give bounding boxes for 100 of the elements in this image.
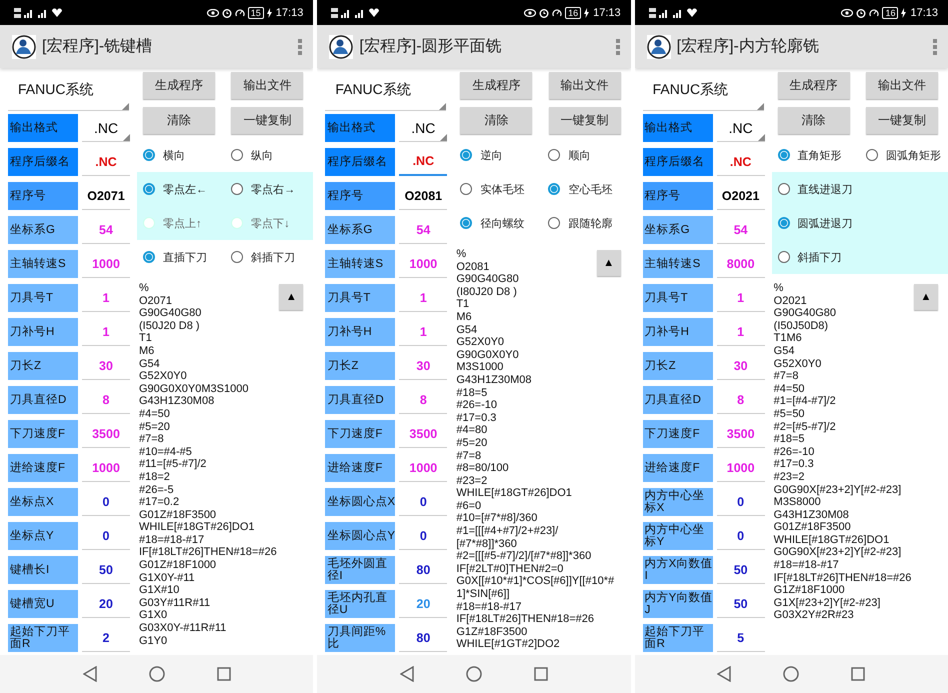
radio-option[interactable]: 零点左← <box>137 172 226 206</box>
radio-option[interactable]: 斜插下刀 <box>225 240 314 274</box>
parameter-input[interactable]: 1 <box>716 284 765 312</box>
parameter-input[interactable]: O2081 <box>399 182 448 210</box>
back-icon[interactable] <box>400 666 414 682</box>
parameter-input[interactable]: 1 <box>716 318 765 346</box>
parameter-label: 坐标圆心点X <box>325 488 396 516</box>
code-line: #4=50 <box>774 382 805 396</box>
parameter-input[interactable]: 30 <box>716 352 765 380</box>
action-button[interactable]: 输出文件 <box>548 72 621 99</box>
code-line: O2021 <box>774 294 807 308</box>
radio-option[interactable]: 逆向 <box>454 138 542 172</box>
overflow-menu-icon[interactable] <box>932 38 938 56</box>
overflow-menu-icon[interactable] <box>297 38 304 56</box>
radio-option[interactable]: 斜插下刀 <box>772 240 948 274</box>
parameter-input[interactable]: 1000 <box>716 454 765 482</box>
recents-icon[interactable] <box>851 667 866 681</box>
parameter-input[interactable]: 1000 <box>399 454 448 482</box>
parameter-input[interactable]: 80 <box>399 556 448 584</box>
code-line: #18=#18-#17 <box>139 534 204 546</box>
radio-option[interactable]: 圆弧进退刀 <box>772 206 948 240</box>
radio-option[interactable]: 实体毛坯 <box>454 172 542 206</box>
scroll-top-button[interactable]: ▲ <box>914 284 938 310</box>
radio-option[interactable]: 径向螺纹 <box>454 206 542 240</box>
parameter-input[interactable]: 1 <box>82 318 130 346</box>
home-icon[interactable] <box>148 666 165 682</box>
back-icon[interactable] <box>717 666 732 682</box>
scroll-top-button[interactable]: ▲ <box>596 250 621 276</box>
action-button[interactable]: 一键复制 <box>548 107 621 134</box>
action-button[interactable]: 输出文件 <box>866 72 938 99</box>
action-button[interactable]: 生成程序 <box>460 72 532 99</box>
recents-icon[interactable] <box>534 667 548 681</box>
parameter-input[interactable]: 3500 <box>82 420 130 448</box>
format-dropdown[interactable]: .NC <box>399 114 448 142</box>
parameter-input[interactable]: 1 <box>399 284 448 312</box>
parameter-input[interactable]: 20 <box>82 590 130 618</box>
parameter-input[interactable]: .NC <box>716 148 765 176</box>
parameter-input[interactable]: O2021 <box>716 182 765 210</box>
action-button[interactable]: 清除 <box>143 107 215 134</box>
home-icon[interactable] <box>466 666 482 682</box>
parameter-input[interactable]: 3500 <box>399 420 448 448</box>
parameter-input[interactable]: 54 <box>716 216 765 244</box>
back-icon[interactable] <box>82 666 97 682</box>
parameter-input[interactable]: 1000 <box>399 250 448 278</box>
parameter-input[interactable]: 1000 <box>82 250 130 278</box>
radio-option[interactable]: 纵向 <box>225 138 314 172</box>
parameter-input[interactable]: 30 <box>82 352 130 380</box>
action-button[interactable]: 一键复制 <box>866 107 938 134</box>
parameter-input[interactable]: 8 <box>716 386 765 414</box>
parameter-input[interactable]: 3500 <box>716 420 765 448</box>
parameter-input[interactable]: 2 <box>82 624 130 652</box>
radio-option[interactable]: 零点右→ <box>225 172 314 206</box>
action-button[interactable]: 清除 <box>778 107 850 134</box>
parameter-input[interactable]: 8000 <box>716 250 765 278</box>
format-dropdown[interactable]: .NC <box>82 114 130 142</box>
parameter-input[interactable]: 8 <box>399 386 448 414</box>
radio-option[interactable]: 顺向 <box>542 138 631 172</box>
home-icon[interactable] <box>783 666 800 682</box>
parameter-input[interactable]: 54 <box>82 216 130 244</box>
parameter-input[interactable]: 0 <box>399 488 448 516</box>
radio-option[interactable]: 跟随轮廓 <box>542 206 631 240</box>
parameter-input[interactable]: 0 <box>716 488 765 516</box>
parameter-input[interactable]: 80 <box>399 624 448 652</box>
code-line: #7=8 <box>774 370 798 383</box>
parameter-input[interactable]: .NC <box>399 148 448 176</box>
parameter-input[interactable]: O2071 <box>82 182 130 210</box>
action-button[interactable]: 输出文件 <box>231 72 304 99</box>
radio-option[interactable]: 直线进退刀 <box>772 172 948 206</box>
parameter-input[interactable]: 50 <box>716 556 765 584</box>
recents-icon[interactable] <box>216 667 231 681</box>
overflow-menu-icon[interactable] <box>614 38 621 56</box>
parameter-input[interactable]: 0 <box>82 522 130 550</box>
parameter-input[interactable]: 8 <box>82 386 130 414</box>
radio-option[interactable]: 圆弧角矩形 <box>860 138 948 172</box>
parameter-input[interactable]: 5 <box>716 624 765 652</box>
parameter-input[interactable]: 0 <box>82 488 130 516</box>
format-dropdown[interactable]: .NC <box>716 114 765 142</box>
parameter-input[interactable]: 54 <box>399 216 448 244</box>
action-button[interactable]: 生成程序 <box>143 72 215 99</box>
action-button[interactable]: 生成程序 <box>778 72 850 99</box>
action-button[interactable]: 清除 <box>460 107 532 134</box>
radio-option[interactable]: 空心毛坯 <box>542 172 631 206</box>
parameter-input[interactable]: 0 <box>399 522 448 550</box>
radio-option[interactable]: 直角矩形 <box>772 138 860 172</box>
parameter-input[interactable]: 50 <box>82 556 130 584</box>
parameter-input[interactable]: 1 <box>399 318 448 346</box>
scroll-top-button[interactable]: ▲ <box>279 284 304 310</box>
radio-option[interactable]: 横向 <box>137 138 226 172</box>
parameter-label: 刀具号T <box>8 284 78 312</box>
parameter-input[interactable]: 1 <box>82 284 130 312</box>
parameter-label: 刀具直径D <box>8 386 78 414</box>
radio-option[interactable]: 直插下刀 <box>137 240 226 274</box>
code-line: G52X0Y0 <box>456 336 504 349</box>
parameter-input[interactable]: 0 <box>716 522 765 550</box>
parameter-input[interactable]: 50 <box>716 590 765 618</box>
parameter-input[interactable]: 30 <box>399 352 448 380</box>
action-button[interactable]: 一键复制 <box>231 107 304 134</box>
parameter-input[interactable]: 1000 <box>82 454 130 482</box>
code-line: #18=5 <box>774 433 805 446</box>
parameter-input[interactable]: .NC <box>82 148 130 176</box>
